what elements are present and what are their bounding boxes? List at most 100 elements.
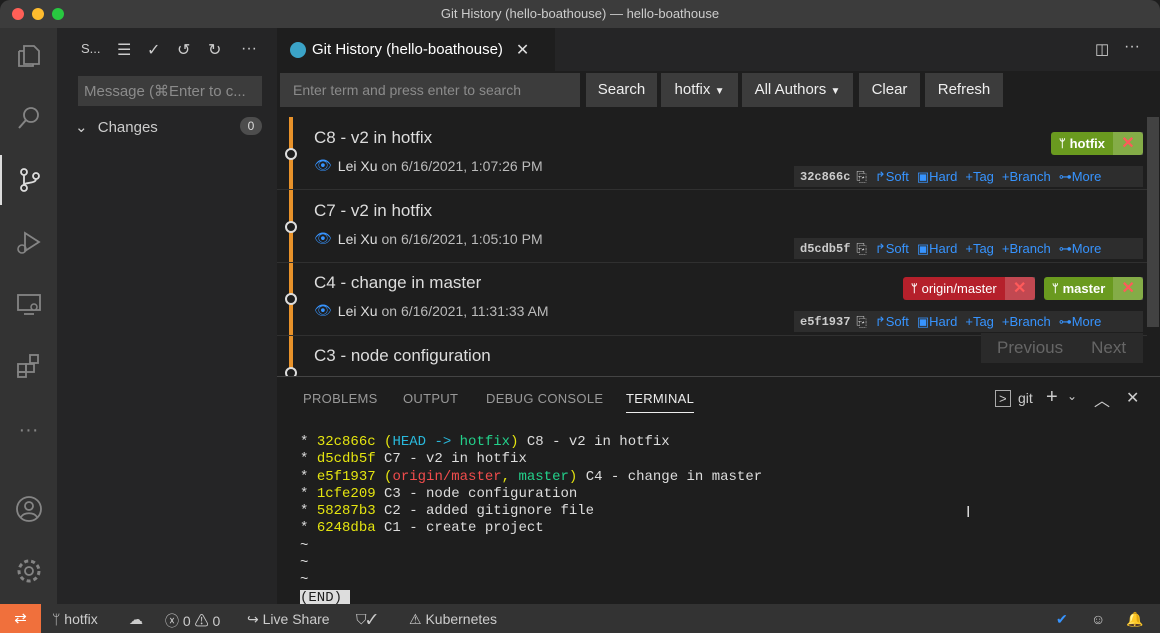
bottom-panel: PROBLEMS OUTPUT DEBUG CONSOLE TERMINAL >…: [277, 376, 1160, 607]
delete-branch-icon[interactable]: ✕: [1113, 132, 1143, 155]
commit-hash[interactable]: 32c866c: [800, 170, 850, 184]
terminal-line: * e5f1937 (origin/master, master) C4 - c…: [300, 468, 763, 485]
manage-gear-icon[interactable]: [0, 546, 57, 596]
eye-icon[interactable]: 👁: [314, 302, 332, 319]
scrollbar[interactable]: [1147, 117, 1159, 327]
tab-output[interactable]: OUTPUT: [403, 391, 458, 406]
search-input[interactable]: Enter term and press enter to search: [280, 73, 580, 107]
commit-graph-node: [285, 221, 297, 233]
git-history-view: Enter term and press enter to search Sea…: [277, 71, 1160, 376]
explorer-icon[interactable]: [0, 31, 57, 81]
live-share-button[interactable]: ↪ Live Share: [247, 611, 330, 628]
add-branch-button[interactable]: +Branch: [1002, 314, 1051, 329]
accounts-icon[interactable]: [0, 484, 57, 534]
copy-hash-icon[interactable]: ⎘: [856, 241, 866, 257]
commit-hash[interactable]: d5cdb5f: [800, 242, 850, 256]
close-panel-icon[interactable]: ✕: [1126, 388, 1139, 408]
tab-debug-console[interactable]: DEBUG CONSOLE: [486, 391, 603, 406]
sidebar-title: S...: [81, 41, 101, 56]
chevron-down-icon[interactable]: ⌄: [1067, 389, 1077, 403]
more-button[interactable]: ⊶More: [1059, 169, 1102, 185]
commit-row[interactable]: C4 - change in master 👁 Lei Xu on 6/16/202…: [277, 263, 1147, 336]
run-debug-icon[interactable]: [0, 217, 57, 267]
notifications-bell-icon[interactable]: 🔔: [1126, 611, 1143, 628]
commit-hash[interactable]: e5f1937: [800, 315, 850, 329]
next-button[interactable]: Next: [1091, 338, 1126, 358]
changes-section-header[interactable]: ⌄ Changes: [75, 118, 158, 136]
eye-icon[interactable]: 👁: [314, 230, 332, 247]
commit-row[interactable]: C8 - v2 in hotfix 👁 Lei Xu on 6/16/2021, 1…: [277, 117, 1147, 190]
delete-branch-icon[interactable]: ✕: [1004, 277, 1035, 300]
authors-dropdown[interactable]: All Authors ▼: [742, 73, 853, 107]
feedback-icon[interactable]: ☺: [1091, 611, 1105, 627]
window-title: Git History (hello-boathouse) — hello-bo…: [440, 6, 720, 21]
commit-row[interactable]: C7 - v2 in hotfix 👁 Lei Xu on 6/16/2021, 1…: [277, 190, 1147, 263]
extensions-icon[interactable]: [0, 341, 57, 391]
problems-status[interactable]: ⓧ 0 ⚠ 0: [165, 611, 220, 631]
terminal-shell-name[interactable]: git: [1018, 390, 1033, 406]
delete-branch-icon[interactable]: ✕: [1113, 277, 1144, 300]
more-button[interactable]: ⊶More: [1059, 314, 1102, 330]
commit-title: C4 - change in master: [314, 273, 482, 292]
git-history-icon: [290, 41, 306, 58]
kubernetes-status[interactable]: ⚠ Kubernetes: [409, 611, 497, 628]
maximize-panel-icon[interactable]: ︿: [1094, 387, 1110, 411]
soft-reset-button[interactable]: ↱Soft: [875, 314, 909, 330]
copy-hash-icon[interactable]: ⎘: [856, 314, 866, 330]
commit-check-icon[interactable]: ✓: [147, 40, 160, 60]
new-terminal-icon[interactable]: +: [1046, 386, 1058, 409]
refresh-icon[interactable]: ↻: [208, 40, 221, 60]
branch-status[interactable]: ᛘ hotfix: [52, 611, 98, 627]
search-button[interactable]: Search: [586, 73, 657, 107]
more-views-icon[interactable]: ···: [0, 405, 57, 455]
terminal-line: * 1cfe209 C3 - node configuration: [300, 485, 578, 502]
clear-button[interactable]: Clear: [859, 73, 920, 107]
sync-icon[interactable]: ☁: [129, 611, 143, 628]
remote-indicator-icon[interactable]: ⇄: [0, 604, 41, 633]
caret-down-icon: ▼: [830, 86, 841, 97]
hard-reset-button[interactable]: ▣Hard: [917, 314, 957, 330]
caret-down-icon: ▼: [714, 86, 725, 97]
soft-reset-button[interactable]: ↱Soft: [875, 169, 909, 185]
hard-reset-button[interactable]: ▣Hard: [917, 169, 957, 185]
commit-actions: d5cdb5f ⎘ ↱Soft ▣Hard +Tag +Branch ⊶More: [794, 238, 1143, 259]
search-icon[interactable]: [0, 93, 57, 143]
copy-hash-icon[interactable]: ⎘: [856, 169, 866, 185]
add-branch-button[interactable]: +Branch: [1002, 169, 1051, 184]
branch-tag-master[interactable]: ᛘ master ✕: [1044, 277, 1144, 300]
commit-meta: 👁 Lei Xu on 6/16/2021, 11:31:33 AM: [314, 302, 549, 319]
terminal-line: * 6248dba C1 - create project: [300, 520, 544, 537]
branch-tag-hotfix[interactable]: ᛘ hotfix ✕: [1051, 132, 1143, 155]
changes-count-badge: 0: [240, 117, 262, 135]
split-editor-icon[interactable]: ◫: [1095, 40, 1109, 58]
previous-button[interactable]: Previous: [997, 338, 1063, 358]
branch-dropdown[interactable]: hotfix ▼: [661, 73, 738, 107]
hard-reset-button[interactable]: ▣Hard: [917, 241, 957, 257]
tab-problems[interactable]: PROBLEMS: [303, 391, 378, 406]
warning-icon: ⚠: [409, 611, 422, 627]
more-button[interactable]: ⊶More: [1059, 241, 1102, 257]
refresh-button[interactable]: Refresh: [925, 73, 1003, 107]
add-tag-button[interactable]: +Tag: [965, 314, 994, 329]
history-icon[interactable]: ↺: [177, 40, 190, 60]
add-tag-button[interactable]: +Tag: [965, 169, 994, 184]
pager: Previous Next: [981, 333, 1143, 363]
tab-git-history[interactable]: Git History (hello-boathouse) ✕: [277, 28, 555, 71]
tab-terminal[interactable]: TERMINAL: [626, 391, 695, 413]
source-control-icon[interactable]: [0, 155, 57, 205]
check-badge-icon[interactable]: ✔: [1056, 611, 1068, 628]
branch-tag-origin-master[interactable]: ᛘ origin/master ✕: [903, 277, 1035, 300]
eye-icon[interactable]: 👁: [314, 157, 332, 174]
commit-message-input[interactable]: Message (⌘Enter to c...: [78, 76, 262, 106]
shield-check-icon[interactable]: ⛉✓: [356, 611, 377, 628]
add-branch-button[interactable]: +Branch: [1002, 241, 1051, 256]
close-tab-icon[interactable]: ✕: [516, 40, 529, 60]
more-actions-icon[interactable]: ···: [241, 40, 257, 58]
editor-more-actions-icon[interactable]: ···: [1124, 38, 1140, 56]
view-as-tree-icon[interactable]: ☰: [117, 40, 131, 60]
remote-explorer-icon[interactable]: [0, 279, 57, 329]
terminal-output[interactable]: * 32c866c (HEAD -> hotfix) C8 - v2 in ho…: [300, 434, 762, 607]
soft-reset-button[interactable]: ↱Soft: [875, 241, 909, 257]
editor-tab-bar: Git History (hello-boathouse) ✕ ◫ ···: [277, 28, 1160, 71]
add-tag-button[interactable]: +Tag: [965, 241, 994, 256]
